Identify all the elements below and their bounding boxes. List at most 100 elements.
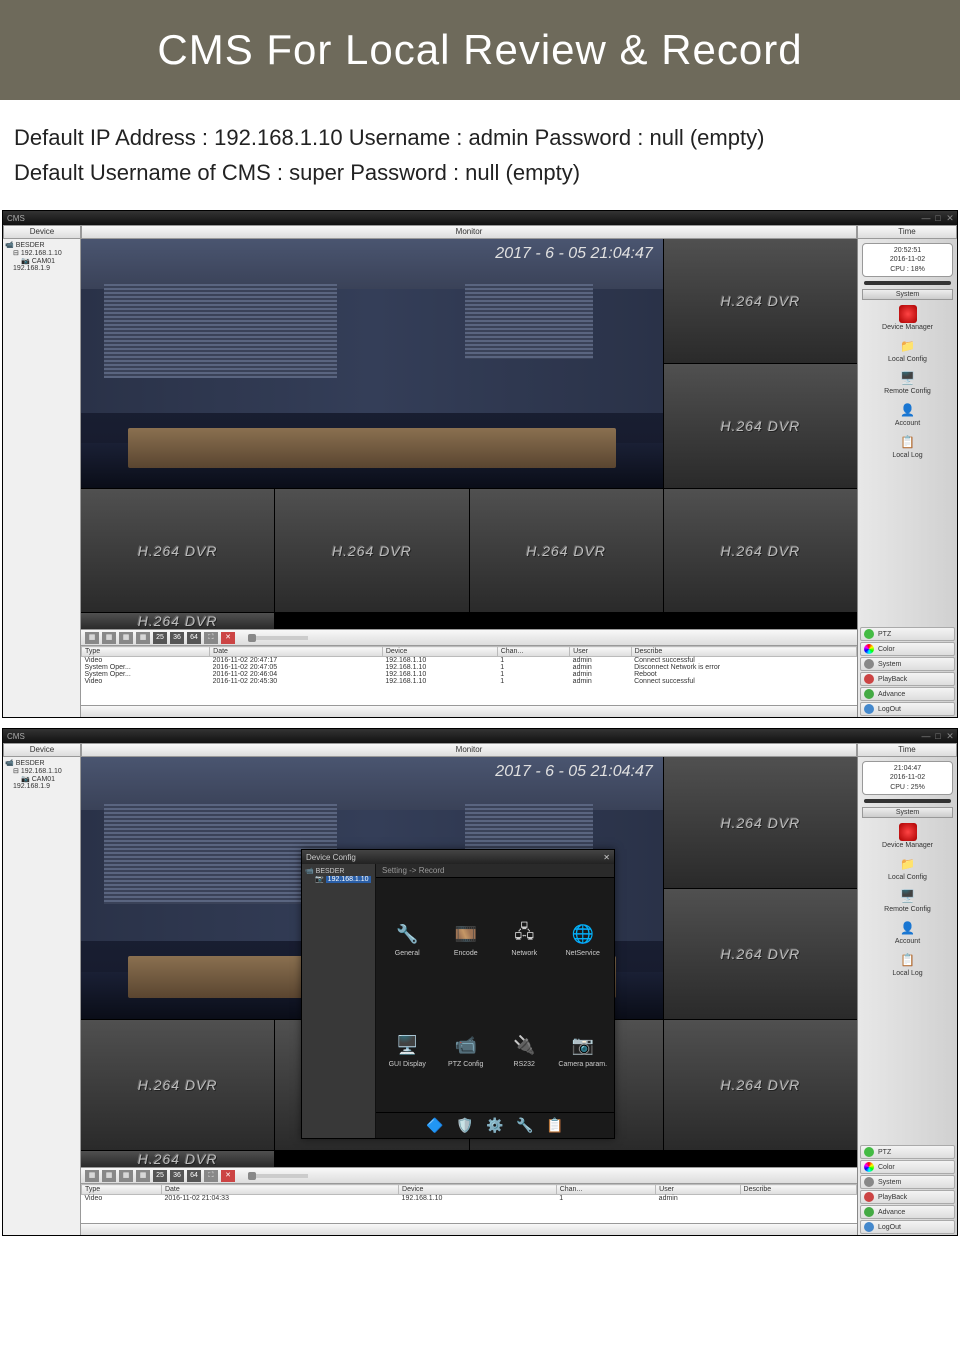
gui-display-button[interactable]: 🖥️GUI Display [382,999,433,1102]
video-cell[interactable]: H.264 DVR [664,889,857,1019]
minimize-icon[interactable]: — [921,213,931,223]
video-cell[interactable]: H.264 DVR [470,489,663,613]
system-button[interactable]: System [860,1175,955,1189]
log-col-header[interactable]: User [656,1185,740,1195]
ptz-button[interactable]: PTZ [860,1145,955,1159]
playback-button[interactable]: PlayBack [860,1190,955,1204]
grid-9-icon[interactable]: ▦ [119,632,133,644]
maximize-icon[interactable]: □ [933,731,943,741]
local-config-button[interactable]: 📁Local Config [858,855,957,881]
log-row[interactable]: System Oper...2016-11-02 20:47:05192.168… [82,664,857,671]
tree-ip1[interactable]: ⊟ 192.168.1.10 [5,767,78,775]
video-cell[interactable]: H.264 DVR [81,1151,274,1167]
playback-button[interactable]: PlayBack [860,672,955,686]
network-button[interactable]: 🖧Network [499,888,550,991]
log-col-header[interactable]: Chan... [556,1185,655,1195]
video-cell[interactable]: H.264 DVR [664,757,857,887]
video-cell[interactable]: H.264 DVR [81,489,274,613]
grid-1-icon[interactable]: ▦ [85,1170,99,1182]
log-col-header[interactable]: Device [382,647,497,657]
log-row[interactable]: Video2016-11-02 20:47:17192.168.1.101adm… [82,657,857,665]
video-cell[interactable]: H.264 DVR [664,239,857,363]
log-col-header[interactable]: Type [82,647,210,657]
dialog-tree-root[interactable]: 📹 BESDER [305,867,372,875]
log-col-header[interactable]: Type [82,1185,162,1195]
grid-1-icon[interactable]: ▦ [85,632,99,644]
dialog-close-icon[interactable]: ✕ [603,853,610,862]
encode-button[interactable]: 🎞️Encode [441,888,492,991]
nav-icon-2[interactable]: 🛡️ [455,1117,475,1135]
tree-root[interactable]: 📹 BESDER [5,759,78,767]
log-col-header[interactable]: Describe [740,1185,856,1195]
log-col-header[interactable]: Date [210,647,383,657]
video-cell[interactable]: H.264 DVR [664,489,857,613]
tree-root[interactable]: 📹 BESDER [5,241,78,249]
camera-param-button[interactable]: 📷Camera param. [558,999,609,1102]
tree-cam[interactable]: 📷 CAM01 [5,257,78,265]
account-button[interactable]: 👤Account [858,401,957,427]
nav-icon-4[interactable]: 🔧 [515,1117,535,1135]
grid-36-button[interactable]: 36 [170,632,184,644]
logout-button[interactable]: LogOut [860,702,955,716]
tree-cam[interactable]: 📷 CAM01 [5,775,78,783]
device-manager-button[interactable]: Device Manager [858,823,957,849]
nav-icon-3[interactable]: ⚙️ [485,1117,505,1135]
remote-config-button[interactable]: 🖥️Remote Config [858,369,957,395]
dialog-tree-item[interactable]: 📷 192.168.1.10 [305,875,372,883]
video-cell[interactable]: H.264 DVR [81,613,274,629]
grid-9-icon[interactable]: ▦ [119,1170,133,1182]
close-icon[interactable]: ✕ [945,213,955,223]
local-log-button[interactable]: 📋Local Log [858,951,957,977]
ptz-button[interactable]: PTZ [860,627,955,641]
grid-16-icon[interactable]: ▦ [136,1170,150,1182]
maximize-icon[interactable]: □ [933,213,943,223]
grid-64-button[interactable]: 64 [187,1170,201,1182]
grid-25-button[interactable]: 25 [153,1170,167,1182]
video-cell-main[interactable]: 2017 - 6 - 05 21:04:47 [81,239,663,487]
tree-ip2[interactable]: 192.168.1.9 [5,783,78,790]
system-button[interactable]: System [860,657,955,671]
grid-64-button[interactable]: 64 [187,632,201,644]
log-col-header[interactable]: Chan... [497,647,569,657]
grid-16-icon[interactable]: ▦ [136,632,150,644]
advance-button[interactable]: Advance [860,687,955,701]
nav-icon-5[interactable]: 📋 [545,1117,565,1135]
video-cell[interactable]: H.264 DVR [81,1020,274,1150]
video-cell[interactable]: H.264 DVR [664,364,857,488]
minimize-icon[interactable]: — [921,731,931,741]
device-manager-button[interactable]: Device Manager [858,305,957,331]
color-button[interactable]: Color [860,1160,955,1174]
remote-config-button[interactable]: 🖥️Remote Config [858,887,957,913]
video-cell[interactable]: H.264 DVR [664,1020,857,1150]
disconnect-icon[interactable]: ✕ [221,632,235,644]
disconnect-icon[interactable]: ✕ [221,1170,235,1182]
tree-ip1[interactable]: ⊟ 192.168.1.10 [5,249,78,257]
netservice-button[interactable]: 🌐NetService [558,888,609,991]
local-config-button[interactable]: 📁Local Config [858,337,957,363]
log-col-header[interactable]: Date [161,1185,398,1195]
general-button[interactable]: 🔧General [382,888,433,991]
grid-36-button[interactable]: 36 [170,1170,184,1182]
grid-25-button[interactable]: 25 [153,632,167,644]
fullscreen-icon[interactable]: ⛶ [204,632,218,644]
ptz-config-button[interactable]: 📹PTZ Config [441,999,492,1102]
account-button[interactable]: 👤Account [858,919,957,945]
tree-ip2[interactable]: 192.168.1.9 [5,265,78,272]
logout-button[interactable]: LogOut [860,1220,955,1234]
fullscreen-icon[interactable]: ⛶ [204,1170,218,1182]
zoom-slider[interactable] [248,1174,308,1178]
log-col-header[interactable]: Device [399,1185,557,1195]
log-row[interactable]: Video2016-11-02 20:45:30192.168.1.101adm… [82,678,857,685]
local-log-button[interactable]: 📋Local Log [858,433,957,459]
color-button[interactable]: Color [860,642,955,656]
log-col-header[interactable]: Describe [631,647,856,657]
close-icon[interactable]: ✕ [945,731,955,741]
grid-4-icon[interactable]: ▦ [102,632,116,644]
video-cell[interactable]: H.264 DVR [275,489,468,613]
rs232-button[interactable]: 🔌RS232 [499,999,550,1102]
log-row[interactable]: Video2016-11-02 21:04:33192.168.1.101adm… [82,1195,857,1203]
log-col-header[interactable]: User [570,647,631,657]
nav-icon-1[interactable]: 🔷 [425,1117,445,1135]
grid-4-icon[interactable]: ▦ [102,1170,116,1182]
advance-button[interactable]: Advance [860,1205,955,1219]
